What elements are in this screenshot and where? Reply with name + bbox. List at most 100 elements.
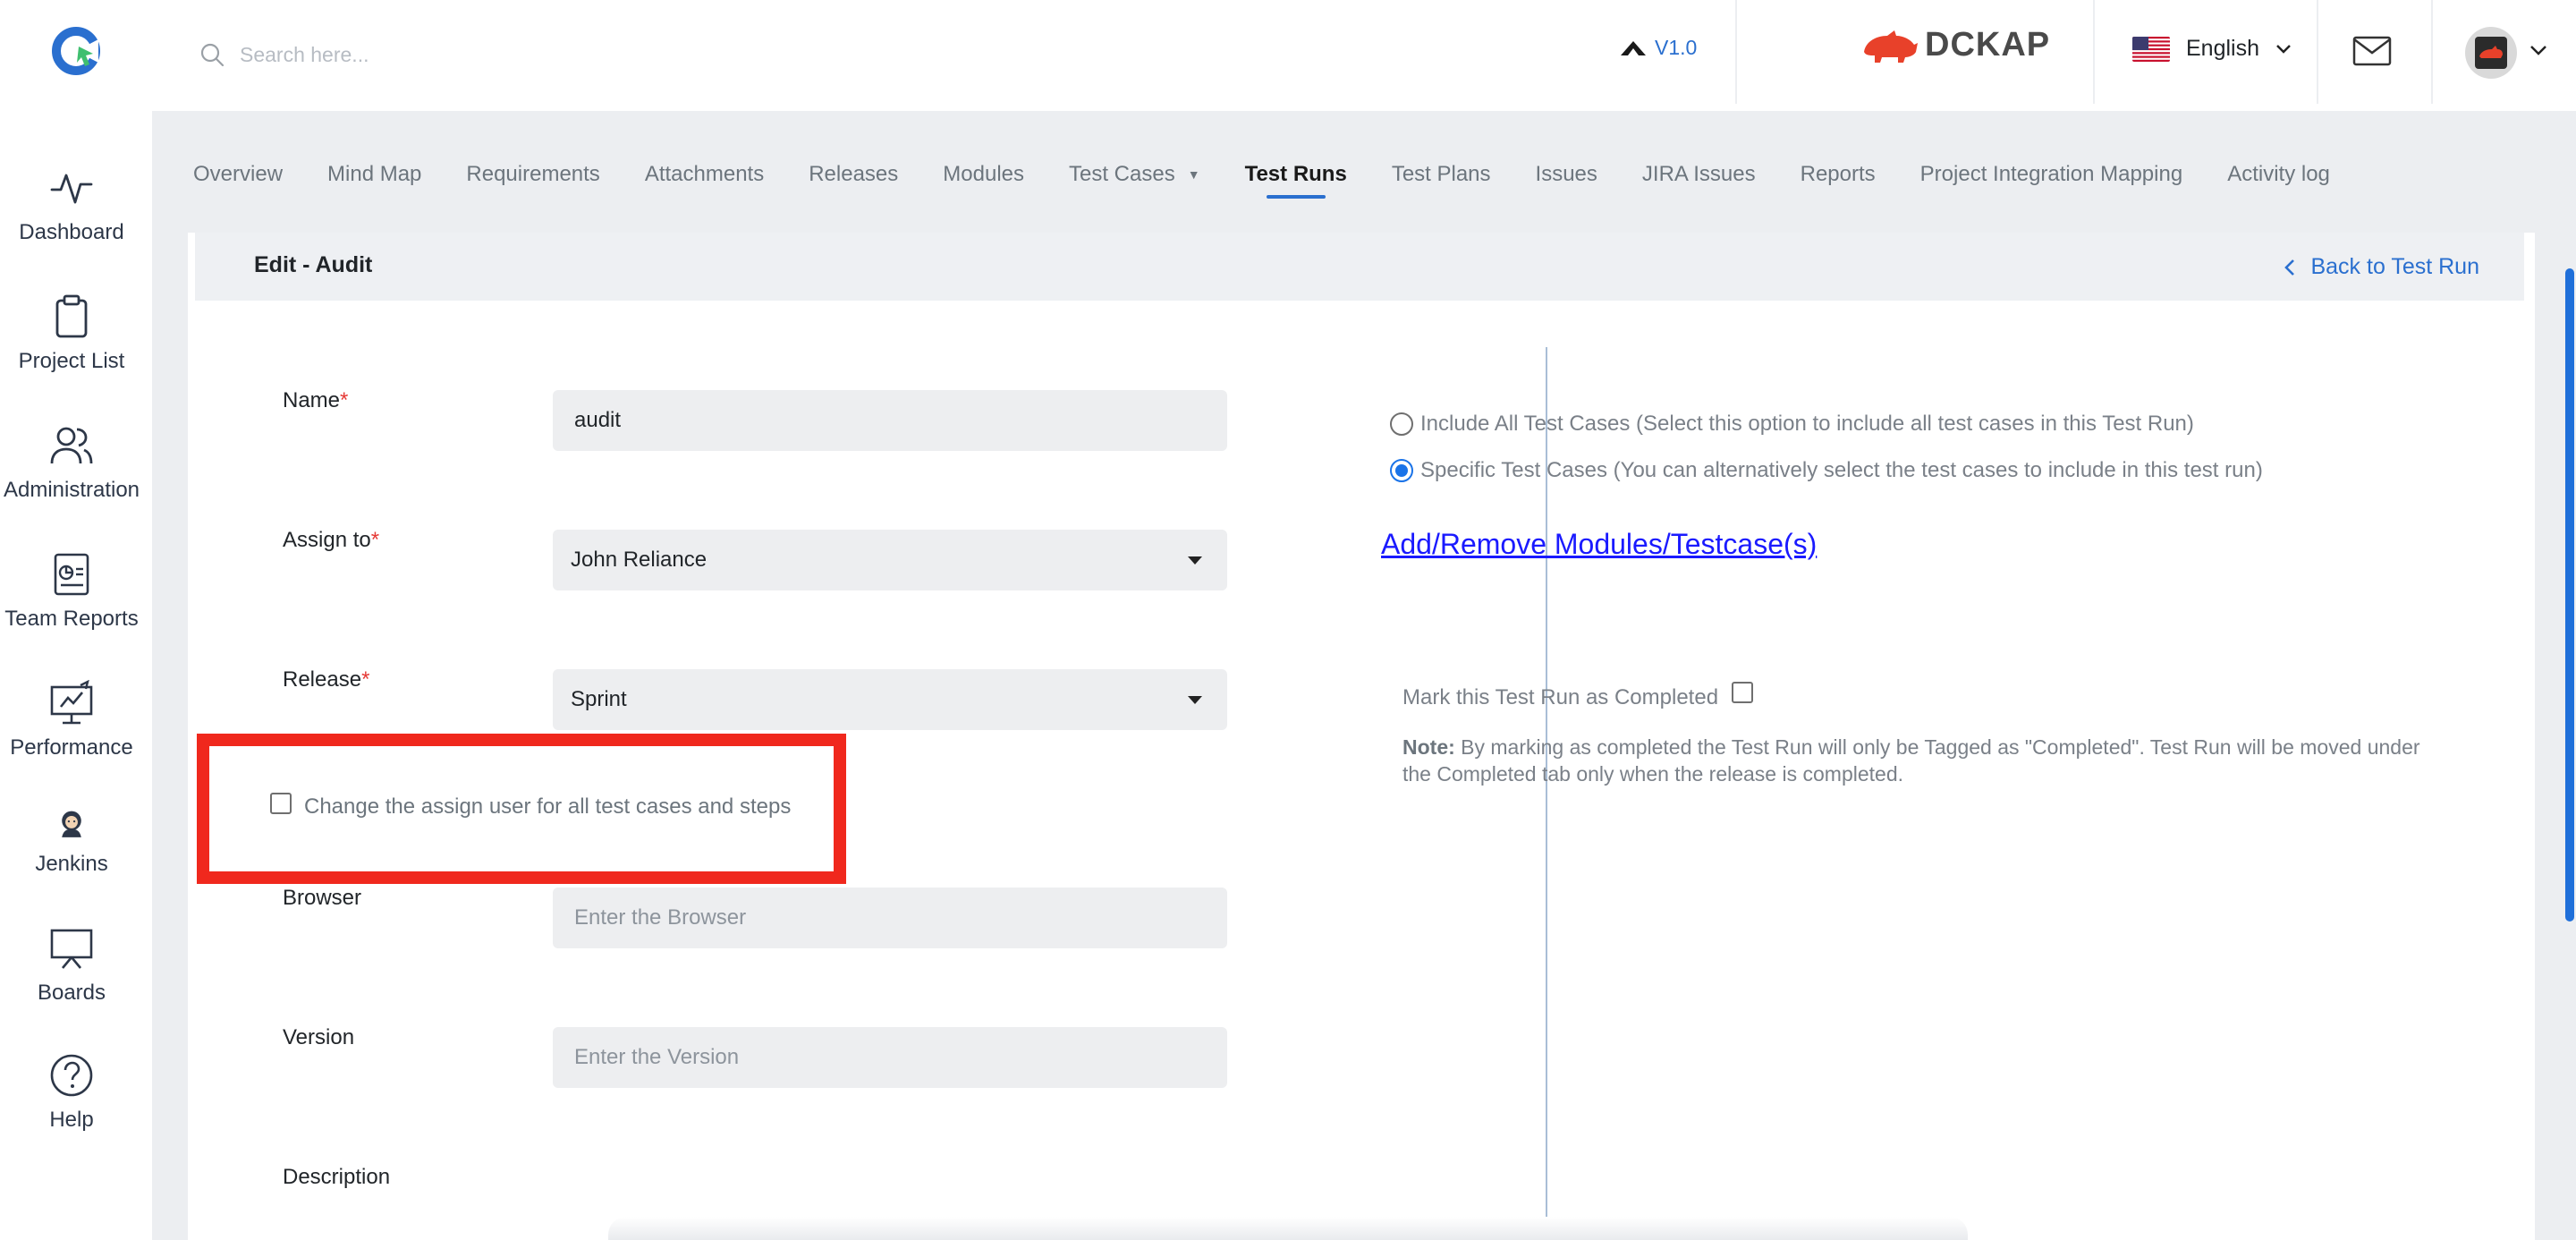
divider (2093, 0, 2095, 104)
back-to-test-run-link[interactable]: Back to Test Run (2284, 254, 2479, 280)
divider (2431, 0, 2433, 104)
sidebar-item-label: Project List (18, 349, 125, 373)
card-header: Edit - Audit Back to Test Run (195, 233, 2524, 301)
completion-note: Note: By marking as completed the Test R… (1402, 734, 2440, 787)
specific-option[interactable]: Specific Test Cases (You can alternative… (1390, 458, 2263, 483)
page-title: Edit - Audit (254, 252, 373, 277)
include-all-option[interactable]: Include All Test Cases (Select this opti… (1390, 412, 2194, 437)
sidebar-item-dashboard[interactable]: Dashboard (0, 165, 143, 245)
tab-mind-map[interactable]: Mind Map (327, 152, 421, 197)
sidebar-item-project-list[interactable]: Project List (0, 293, 143, 374)
board-icon (50, 929, 93, 969)
chevron-down-icon[interactable] (2529, 45, 2547, 57)
tab-label: Test Cases (1069, 162, 1175, 186)
sidebar-item-label: Team Reports (4, 607, 139, 631)
name-field[interactable]: audit (553, 390, 1227, 451)
search-input[interactable] (240, 42, 687, 67)
browser-label: Browser (283, 886, 362, 910)
mark-completed-label: Mark this Test Run as Completed (1402, 685, 1719, 709)
required-mark: * (370, 528, 380, 552)
tab-test-cases[interactable]: Test Cases ▼ (1069, 152, 1200, 197)
sidebar-item-label: Help (49, 1108, 94, 1132)
brand-logo: DCKAP (1860, 25, 2050, 64)
project-tabs: Overview Mind Map Requirements Attachmen… (193, 152, 2375, 206)
jenkins-icon (62, 811, 81, 837)
sidebar-item-label: Performance (10, 735, 133, 760)
note-label: Note: (1402, 735, 1455, 759)
tab-project-integration-mapping[interactable]: Project Integration Mapping (1920, 152, 2183, 197)
back-link-label: Back to Test Run (2310, 254, 2479, 279)
specific-label: Specific Test Cases (You can alternative… (1420, 458, 2263, 482)
tab-test-runs[interactable]: Test Runs (1245, 152, 1347, 199)
bottom-shadow (608, 1217, 1968, 1240)
name-label: Name* (283, 388, 349, 412)
tab-reports[interactable]: Reports (1801, 152, 1876, 197)
sidebar-item-boards[interactable]: Boards (0, 925, 143, 1006)
version-label: Version (283, 1025, 355, 1049)
include-all-radio[interactable] (1390, 412, 1413, 436)
divider (1735, 0, 1737, 104)
add-remove-modules-link[interactable]: Add/Remove Modules/Testcase(s) (1381, 528, 1817, 561)
sidebar-item-jenkins[interactable]: Jenkins (0, 807, 143, 877)
sidebar-item-label: Boards (37, 981, 106, 1005)
assign-to-value: John Reliance (571, 548, 708, 572)
help-icon (50, 1054, 93, 1097)
tab-jira-issues[interactable]: JIRA Issues (1642, 152, 1756, 197)
tab-releases[interactable]: Releases (809, 152, 898, 197)
presentation-icon (50, 680, 93, 725)
chevron-left-icon (2284, 259, 2295, 276)
tab-overview[interactable]: Overview (193, 152, 283, 197)
release-select[interactable]: Sprint (553, 669, 1227, 730)
tab-issues[interactable]: Issues (1536, 152, 1597, 197)
mark-completed-checkbox[interactable] (1732, 682, 1753, 703)
search-bar (199, 30, 735, 79)
tab-test-plans[interactable]: Test Plans (1392, 152, 1491, 197)
chevron-down-icon (2276, 44, 2291, 54)
activity-icon (50, 174, 93, 204)
tab-activity-log[interactable]: Activity log (2227, 152, 2330, 197)
sidebar-item-help[interactable]: Help (0, 1052, 143, 1133)
tab-modules[interactable]: Modules (943, 152, 1024, 197)
caret-down-icon: ▼ (1187, 167, 1200, 182)
sidebar-item-performance[interactable]: Performance (0, 680, 143, 760)
specific-radio[interactable] (1390, 459, 1413, 482)
sidebar-item-label: Administration (3, 478, 140, 502)
required-mark: * (361, 667, 370, 692)
app-logo-icon[interactable] (52, 27, 100, 75)
note-text: By marking as completed the Test Run wil… (1402, 735, 2420, 786)
avatar-image (2475, 37, 2507, 69)
language-label: English (2186, 36, 2259, 61)
required-mark: * (340, 388, 349, 412)
change-assign-label: Change the assign user for all test case… (304, 794, 792, 819)
assign-to-label: Assign to* (283, 528, 380, 552)
release-label: Release* (283, 667, 370, 692)
version-badge: V1.0 (1619, 36, 1697, 60)
scrollbar[interactable] (2565, 268, 2574, 922)
include-all-label: Include All Test Cases (Select this opti… (1420, 412, 2194, 436)
version-text: V1.0 (1655, 36, 1698, 59)
sidebar-item-label: Jenkins (35, 852, 108, 876)
report-icon (54, 553, 89, 596)
divider (2317, 0, 2318, 104)
version-input[interactable] (553, 1027, 1227, 1088)
assign-to-select[interactable]: John Reliance (553, 530, 1227, 590)
tab-attachments[interactable]: Attachments (645, 152, 764, 197)
language-selector[interactable]: English (2132, 36, 2292, 62)
clipboard-icon (55, 294, 88, 338)
sidebar-item-administration[interactable]: Administration (0, 422, 143, 503)
avatar[interactable] (2465, 27, 2517, 79)
search-icon (200, 43, 225, 67)
rhino-icon (1864, 30, 1918, 63)
release-value: Sprint (571, 687, 627, 711)
users-icon (50, 427, 93, 464)
tab-requirements[interactable]: Requirements (466, 152, 599, 197)
version-icon (1621, 40, 1646, 55)
sidebar-item-team-reports[interactable]: Team Reports (0, 551, 143, 632)
sidebar-item-label: Dashboard (19, 220, 124, 244)
change-assign-checkbox[interactable] (270, 793, 292, 814)
edit-test-run-card: Edit - Audit Back to Test Run Name* audi… (188, 233, 2535, 1240)
caret-down-icon (1188, 696, 1202, 704)
browser-input[interactable] (553, 888, 1227, 948)
sidebar: Dashboard Project List Administration Te… (0, 111, 152, 1240)
mail-icon[interactable] (2352, 36, 2392, 66)
